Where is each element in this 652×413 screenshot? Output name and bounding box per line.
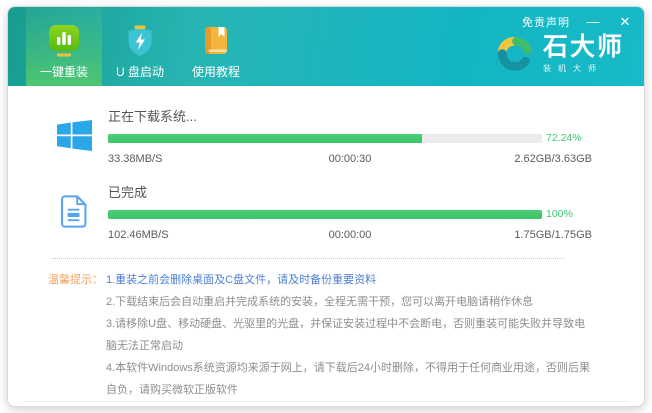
footer-bar: 保存路径： D:\SdsZjds\download 取消安装	[24, 401, 628, 407]
windows-logo-icon	[57, 120, 92, 151]
brand-name: 石大师	[543, 34, 624, 60]
download-time: 00:00:30	[269, 153, 430, 165]
dotted-divider	[52, 258, 564, 259]
bar-chart-app-icon	[48, 24, 80, 58]
brand-subtitle: 装机大师	[543, 63, 624, 74]
brand-logo: 石大师 装机大师	[496, 34, 624, 74]
usb-shield-bolt-icon	[124, 24, 156, 58]
main-content: 正在下载系统... 72.24% 33.38MB/S 00:00:30 2.62…	[8, 86, 644, 401]
download-speed: 33.38MB/S	[108, 153, 269, 165]
app-window: 一键重装 U 盘启动 使用教程 免责声	[7, 6, 645, 407]
download-row-pe: 已完成 100% 102.46MB/S 00:00:00 1.75GB/1.75…	[48, 182, 592, 241]
minimize-icon[interactable]: —	[584, 14, 602, 30]
tips-label: 温馨提示：	[48, 269, 106, 401]
download-size: 1.75GB/1.75GB	[431, 229, 592, 241]
download-title: 已完成	[108, 182, 592, 201]
close-icon[interactable]: ✕	[616, 14, 634, 30]
download-size: 2.62GB/3.63GB	[431, 153, 592, 165]
tip-line: 3.请移除U盘、移动硬盘、光驱里的光盘，并保证安装过程中不会断电，否则重装可能失…	[106, 313, 592, 357]
document-icon	[60, 195, 88, 228]
titlebar-controls: 免责声明 — ✕	[522, 14, 634, 30]
tab-usb-boot[interactable]: U 盘启动	[102, 7, 178, 86]
nav-tabs: 一键重装 U 盘启动 使用教程	[26, 7, 254, 86]
tab-label: U 盘启动	[116, 63, 164, 80]
progress-percent: 72.24%	[542, 132, 592, 144]
progress-bar	[108, 134, 542, 143]
download-speed: 102.46MB/S	[108, 229, 269, 241]
swirl-logo-icon	[496, 35, 534, 73]
tab-label: 使用教程	[192, 63, 240, 80]
progress-percent: 100%	[542, 208, 592, 220]
tutorial-book-icon	[200, 24, 232, 58]
download-time: 00:00:00	[269, 229, 430, 241]
tips-lines: 1.重装之前会删除桌面及C盘文件，请及时备份重要资料 2.下载结束后会自动重启并…	[106, 269, 592, 401]
header: 一键重装 U 盘启动 使用教程 免责声	[8, 7, 644, 86]
tip-line: 4.本软件Windows系统资源均来源于网上，请下载后24小时删除，不得用于任何…	[106, 357, 592, 401]
tab-label: 一键重装	[40, 63, 88, 80]
tab-tutorial[interactable]: 使用教程	[178, 7, 254, 86]
progress-bar	[108, 210, 542, 219]
tab-one-key-reinstall[interactable]: 一键重装	[26, 7, 102, 86]
download-title: 正在下载系统...	[108, 106, 592, 125]
disclaimer-link[interactable]: 免责声明	[522, 14, 570, 30]
tip-line: 1.重装之前会删除桌面及C盘文件，请及时备份重要资料	[106, 269, 592, 291]
tip-line: 2.下载结束后会自动重启并完成系统的安装，全程无需干预，您可以离开电脑请稍作休息	[106, 291, 592, 313]
tips-section: 温馨提示： 1.重装之前会删除桌面及C盘文件，请及时备份重要资料 2.下载结束后…	[48, 269, 592, 401]
download-row-system: 正在下载系统... 72.24% 33.38MB/S 00:00:30 2.62…	[48, 106, 592, 165]
